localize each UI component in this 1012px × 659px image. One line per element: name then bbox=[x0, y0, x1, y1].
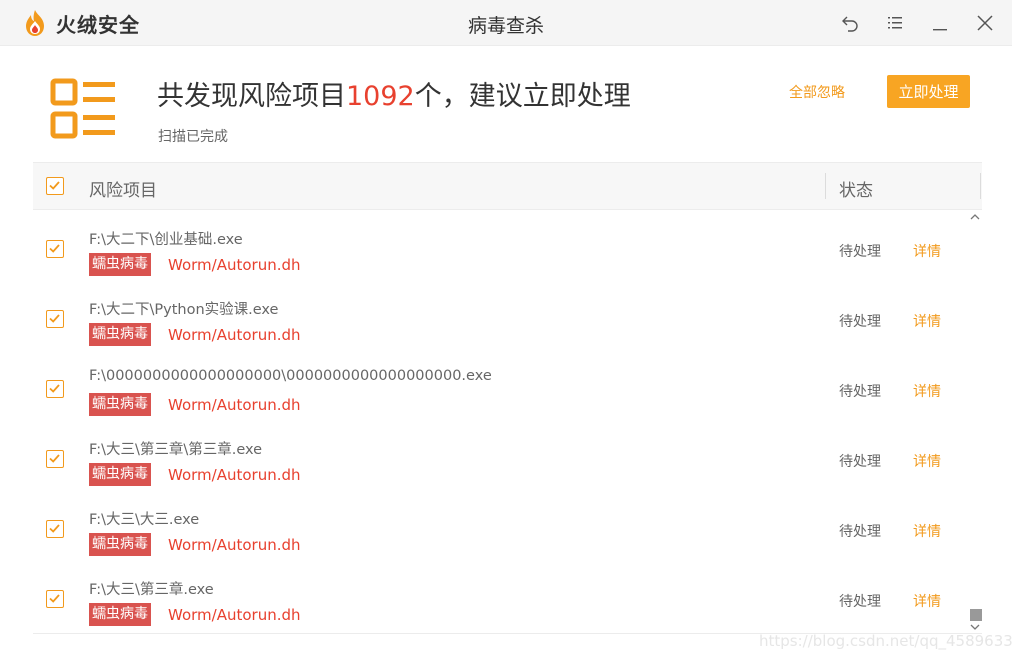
file-path: F:\大三\第三章.exe bbox=[89, 582, 214, 598]
scan-status-text: 扫描已完成 bbox=[158, 129, 228, 145]
threat-type-badge: 蠕虫病毒 bbox=[89, 603, 151, 626]
detail-link[interactable]: 详情 bbox=[913, 311, 941, 331]
menu-icon bbox=[888, 17, 902, 29]
risk-count: 1092 bbox=[346, 81, 415, 112]
virus-name: Worm/Autorun.dh bbox=[168, 326, 301, 344]
status-text: 待处理 bbox=[839, 524, 881, 540]
risk-list-icon bbox=[50, 78, 115, 139]
table-row[interactable]: F:\0000000000000000000\00000000000000000… bbox=[33, 350, 982, 420]
watermark-text: https://blog.csdn.net/qq_45896330 bbox=[759, 632, 1012, 650]
detail-link[interactable]: 详情 bbox=[913, 451, 941, 471]
threat-type-badge: 蠕虫病毒 bbox=[89, 323, 151, 346]
table-row[interactable]: F:\大三\大三.exe 蠕虫病毒 Worm/Autorun.dh 待处理 详情 bbox=[33, 490, 982, 560]
detail-link[interactable]: 详情 bbox=[913, 521, 941, 541]
file-path: F:\大三\大三.exe bbox=[89, 512, 200, 528]
detail-link[interactable]: 详情 bbox=[913, 241, 941, 261]
table-row[interactable]: F:\大三\第三章.exe 蠕虫病毒 Worm/Autorun.dh 待处理 详… bbox=[33, 560, 982, 630]
row-checkbox[interactable] bbox=[46, 520, 64, 538]
handle-now-button[interactable]: 立即处理 bbox=[887, 75, 970, 108]
back-button[interactable] bbox=[837, 10, 863, 36]
scroll-up-arrow-icon[interactable] bbox=[968, 210, 982, 224]
threat-type-badge: 蠕虫病毒 bbox=[89, 253, 151, 276]
column-header-item: 风险项目 bbox=[89, 181, 157, 201]
table-row[interactable]: F:\大三\第三章\第三章.exe 蠕虫病毒 Worm/Autorun.dh 待… bbox=[33, 420, 982, 490]
detail-link[interactable]: 详情 bbox=[913, 381, 941, 401]
table-header: 风险项目 状态 bbox=[33, 162, 982, 210]
title-prefix: 共发现风险项目 bbox=[157, 81, 346, 112]
file-path: F:\大二下\创业基础.exe bbox=[89, 232, 243, 248]
app-logo: 火绒安全 bbox=[22, 8, 140, 38]
column-divider bbox=[980, 173, 981, 199]
checkmark-icon bbox=[49, 594, 60, 603]
close-icon bbox=[977, 15, 993, 31]
status-text: 待处理 bbox=[839, 454, 881, 470]
checkmark-icon bbox=[49, 454, 60, 463]
minimize-button[interactable] bbox=[927, 10, 953, 36]
row-checkbox[interactable] bbox=[46, 240, 64, 258]
column-divider bbox=[825, 173, 826, 199]
virus-name: Worm/Autorun.dh bbox=[168, 536, 301, 554]
threat-type-badge: 蠕虫病毒 bbox=[89, 393, 151, 416]
file-path: F:\大二下\Python实验课.exe bbox=[89, 302, 279, 318]
status-text: 待处理 bbox=[839, 384, 881, 400]
file-path: F:\大三\第三章\第三章.exe bbox=[89, 442, 263, 458]
risk-list: F:\大二下\创业基础.exe 蠕虫病毒 Worm/Autorun.dh 待处理… bbox=[33, 210, 982, 633]
row-checkbox[interactable] bbox=[46, 590, 64, 608]
select-all-checkbox[interactable] bbox=[46, 177, 64, 195]
status-text: 待处理 bbox=[839, 244, 881, 260]
checkmark-icon bbox=[49, 524, 60, 533]
virus-name: Worm/Autorun.dh bbox=[168, 606, 301, 624]
row-checkbox[interactable] bbox=[46, 310, 64, 328]
menu-button[interactable] bbox=[882, 10, 908, 36]
checkmark-icon bbox=[49, 181, 60, 190]
threat-type-badge: 蠕虫病毒 bbox=[89, 533, 151, 556]
checkmark-icon bbox=[49, 314, 60, 323]
threat-type-badge: 蠕虫病毒 bbox=[89, 463, 151, 486]
status-text: 待处理 bbox=[839, 314, 881, 330]
row-checkbox[interactable] bbox=[46, 450, 64, 468]
virus-name: Worm/Autorun.dh bbox=[168, 256, 301, 274]
virus-name: Worm/Autorun.dh bbox=[168, 466, 301, 484]
title-suffix: 个，建议立即处理 bbox=[414, 81, 631, 112]
minimize-icon bbox=[933, 29, 947, 31]
detail-link[interactable]: 详情 bbox=[913, 591, 941, 611]
row-checkbox[interactable] bbox=[46, 380, 64, 398]
title-bar: 火绒安全 病毒查杀 bbox=[0, 0, 1012, 46]
status-text: 待处理 bbox=[839, 594, 881, 610]
brand-name: 火绒安全 bbox=[56, 12, 140, 37]
flame-logo-icon bbox=[26, 10, 44, 36]
checkmark-icon bbox=[49, 384, 60, 393]
back-icon bbox=[842, 16, 858, 32]
virus-name: Worm/Autorun.dh bbox=[168, 396, 301, 414]
close-button[interactable] bbox=[972, 10, 998, 36]
file-path: F:\0000000000000000000\00000000000000000… bbox=[89, 368, 492, 384]
table-row[interactable]: F:\大二下\创业基础.exe 蠕虫病毒 Worm/Autorun.dh 待处理… bbox=[33, 210, 982, 280]
scan-result-title: 共发现风险项目1092个，建议立即处理 bbox=[157, 74, 631, 113]
column-header-status: 状态 bbox=[839, 181, 873, 201]
checkmark-icon bbox=[49, 244, 60, 253]
ignore-all-link[interactable]: 全部忽略 bbox=[789, 82, 845, 102]
table-row[interactable]: F:\大二下\Python实验课.exe 蠕虫病毒 Worm/Autorun.d… bbox=[33, 280, 982, 350]
scrollbar-thumb[interactable] bbox=[970, 609, 982, 621]
